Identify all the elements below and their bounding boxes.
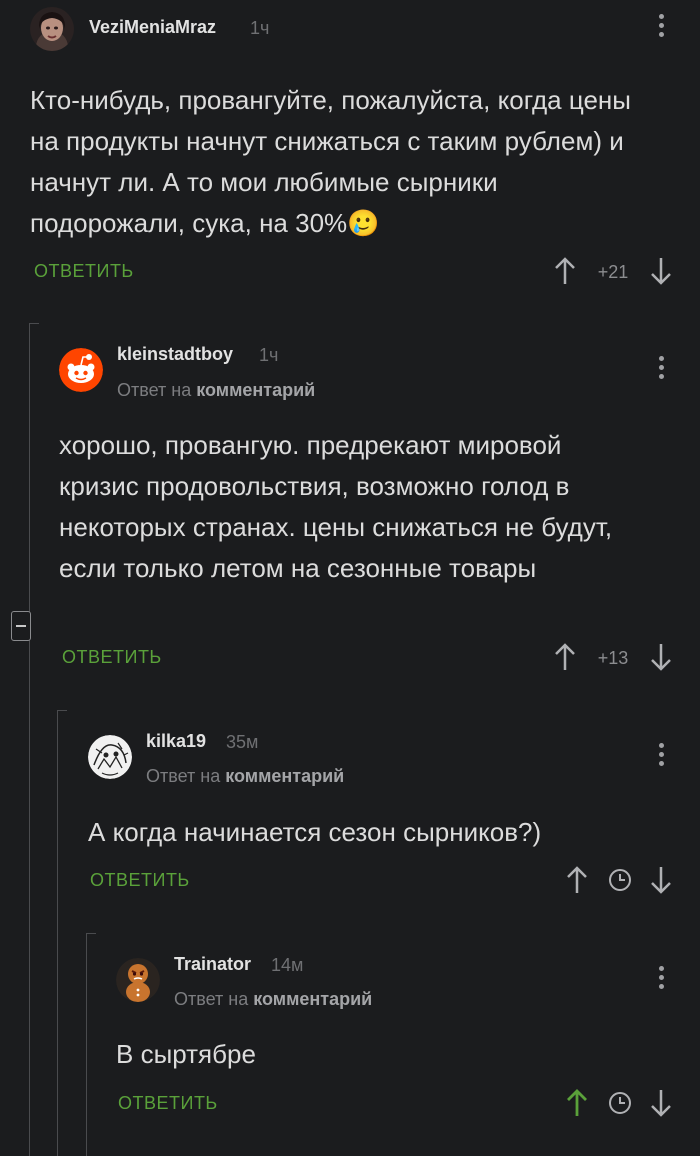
reply-to-prefix: Ответ на xyxy=(174,989,249,1009)
thread-line-level-2 xyxy=(57,710,58,1156)
comment-text: Кто-нибудь, провангуйте, пожалуйста, ког… xyxy=(30,85,631,238)
downvote-arrow-icon[interactable] xyxy=(649,642,673,672)
comment-score: +13 xyxy=(597,648,629,668)
comment-author[interactable]: VeziMeniaMraz xyxy=(89,17,216,38)
reply-button[interactable]: ОТВЕТИТЬ xyxy=(62,647,162,668)
reply-button[interactable]: ОТВЕТИТЬ xyxy=(34,261,134,282)
reply-to-prefix: Ответ на xyxy=(117,380,192,400)
collapse-thread-button[interactable] xyxy=(11,611,31,641)
thread-line-level-1 xyxy=(29,323,30,1156)
reply-to-target[interactable]: комментарий xyxy=(225,766,344,786)
reply-to-link[interactable]: Ответ на комментарий xyxy=(174,989,372,1010)
upvote-arrow-icon[interactable] xyxy=(565,865,589,895)
upvote-arrow-icon[interactable] xyxy=(553,642,577,672)
downvote-arrow-icon[interactable] xyxy=(649,256,673,286)
comment-author[interactable]: kilka19 xyxy=(146,731,206,752)
comment-author[interactable]: Trainator xyxy=(174,954,251,975)
comment-time: 35м xyxy=(226,732,259,752)
reply-button[interactable]: ОТВЕТИТЬ xyxy=(90,870,190,891)
reply-to-prefix: Ответ на xyxy=(146,766,221,786)
user-photo-avatar[interactable] xyxy=(30,7,74,51)
reply-to-target[interactable]: комментарий xyxy=(196,380,315,400)
more-options-icon[interactable] xyxy=(659,356,665,383)
comment-score: +21 xyxy=(597,262,629,282)
comment-author[interactable]: kleinstadtboy xyxy=(117,344,233,365)
comment-time: 14м xyxy=(271,955,304,975)
reply-to-target[interactable]: комментарий xyxy=(253,989,372,1009)
comment-text: хорошо, провангую. предрекают мировой кр… xyxy=(59,430,613,583)
reply-button[interactable]: ОТВЕТИТЬ xyxy=(118,1093,218,1114)
reddit-alien-avatar[interactable] xyxy=(59,348,103,392)
downvote-arrow-icon[interactable] xyxy=(649,1088,673,1118)
thread-branch-level-2 xyxy=(57,710,67,711)
comment-time: 1ч xyxy=(259,345,279,365)
thread-line-level-3 xyxy=(86,933,87,1156)
comment-time: 1ч xyxy=(250,18,270,38)
gingerbread-avatar[interactable] xyxy=(116,958,160,1002)
reply-to-link[interactable]: Ответ на комментарий xyxy=(146,766,344,787)
thread-branch-level-1 xyxy=(29,323,39,324)
reply-to-link[interactable]: Ответ на комментарий xyxy=(117,380,315,401)
clock-icon xyxy=(608,1091,632,1115)
upvote-arrow-icon-active[interactable] xyxy=(565,1088,589,1118)
clock-icon xyxy=(608,868,632,892)
more-options-icon[interactable] xyxy=(659,966,665,993)
downvote-arrow-icon[interactable] xyxy=(649,865,673,895)
comment-text: В сыртябре xyxy=(116,1039,256,1069)
more-options-icon[interactable] xyxy=(659,743,665,770)
sketch-drawing-avatar[interactable] xyxy=(88,735,132,779)
thread-branch-level-3 xyxy=(86,933,96,934)
more-options-icon[interactable] xyxy=(659,14,665,41)
upvote-arrow-icon[interactable] xyxy=(553,256,577,286)
comment-text: А когда начинается сезон сырников?) xyxy=(88,817,542,847)
